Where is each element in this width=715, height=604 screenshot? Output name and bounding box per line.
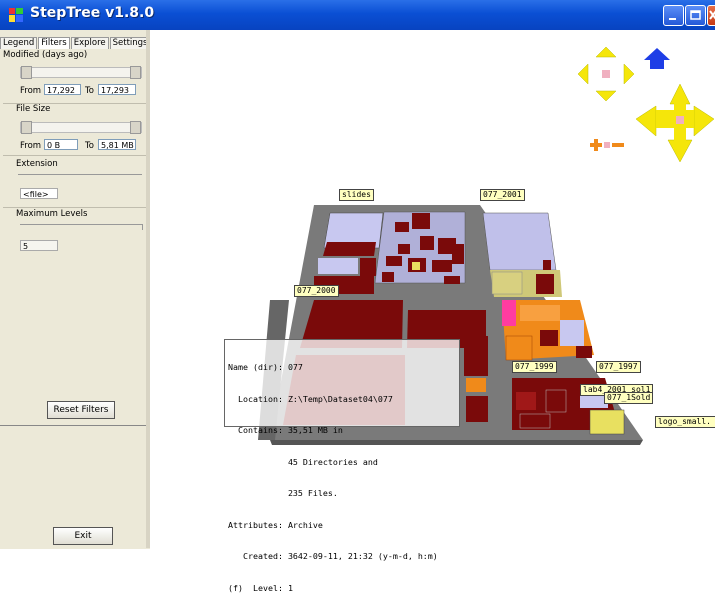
extension-field[interactable]: <file> xyxy=(20,188,58,199)
label-077-2000: 077_2000 xyxy=(294,285,339,297)
title-bar: StepTree v1.8.0 xyxy=(0,0,715,30)
close-button[interactable] xyxy=(707,5,715,26)
tooltip-line: Attributes: Archive xyxy=(228,519,323,530)
label-slides: slides xyxy=(339,189,374,201)
app-icon xyxy=(9,8,23,22)
minimize-button[interactable] xyxy=(663,5,684,26)
zoom-reset-icon[interactable] xyxy=(604,142,610,148)
modified-to-label: To xyxy=(85,86,94,96)
label-077-1sold: 077_1Sold xyxy=(604,392,654,404)
label-077-2001: 077_2001 xyxy=(480,189,525,201)
tooltip-line: 235 Files. xyxy=(228,488,338,498)
block-077-1999[interactable] xyxy=(502,300,594,361)
panel-tabs: Legend Filters Explore Settings xyxy=(0,37,152,49)
divider xyxy=(3,207,148,208)
maxlevels-slider[interactable] xyxy=(20,224,143,230)
modified-to-field[interactable]: 17,293 xyxy=(98,84,136,95)
tooltip-line: Name (dir): 077 xyxy=(228,362,303,372)
label-077-1997: 077_1997 xyxy=(596,361,641,373)
modified-slider-min-handle[interactable] xyxy=(21,66,32,79)
label-077-1999: 077_1999 xyxy=(512,361,557,373)
zoom-in-icon[interactable] xyxy=(590,139,602,151)
tab-settings[interactable]: Settings xyxy=(109,37,151,49)
filesize-slider-max-handle[interactable] xyxy=(130,121,141,134)
tooltip-line: Created: 3642-09-11, 21:32 (y-m-d, h:m) xyxy=(228,551,438,561)
tab-explore[interactable]: Explore xyxy=(70,37,109,49)
extension-slider[interactable] xyxy=(18,174,142,175)
pan-down-icon[interactable] xyxy=(595,90,617,102)
divider xyxy=(3,155,148,156)
block-slides[interactable] xyxy=(314,211,466,294)
tooltip-line: 45 Directories and xyxy=(228,456,378,467)
filesize-from-field[interactable]: 0 B xyxy=(44,139,78,150)
tooltip-line: Location: Z:\Temp\Dataset04\077 xyxy=(228,393,393,404)
tab-legend[interactable]: Legend xyxy=(0,37,38,49)
navigation-controls xyxy=(578,46,715,163)
block-077-2001[interactable] xyxy=(482,212,562,297)
tooltip-line: (f) Level: 1 xyxy=(228,582,293,593)
rotate-icon[interactable] xyxy=(635,83,715,163)
pan-left-icon[interactable] xyxy=(578,63,589,85)
info-tooltip: Name (dir): 077 Location: Z:\Temp\Datase… xyxy=(224,339,460,593)
extension-title: Extension xyxy=(16,159,58,169)
reset-filters-button[interactable]: Reset Filters xyxy=(47,401,115,419)
modified-title: Modified (days ago) xyxy=(3,50,88,60)
exit-button[interactable]: Exit xyxy=(53,527,113,545)
filesize-to-field[interactable]: 5,81 MB xyxy=(98,139,136,150)
maxlevels-field[interactable]: 5 xyxy=(20,240,58,251)
modified-from-field[interactable]: 17,292 xyxy=(44,84,81,95)
filesize-from-label: From xyxy=(20,141,42,151)
filesize-to-label: To xyxy=(85,141,94,151)
window-title: StepTree v1.8.0 xyxy=(30,5,155,21)
modified-slider-max-handle[interactable] xyxy=(130,66,141,79)
tooltip-line: Contains: 35,51 MB in xyxy=(228,425,343,435)
home-icon[interactable] xyxy=(644,48,670,69)
filesize-title: File Size xyxy=(16,104,51,114)
filesize-slider-min-handle[interactable] xyxy=(21,121,32,134)
pan-right-icon[interactable] xyxy=(623,63,635,85)
modified-slider[interactable] xyxy=(20,66,142,79)
modified-from-label: From xyxy=(20,86,42,96)
maximize-button[interactable] xyxy=(685,5,706,26)
tab-filters[interactable]: Filters xyxy=(38,37,70,49)
filesize-slider[interactable] xyxy=(20,121,142,134)
maxlevels-title: Maximum Levels xyxy=(16,209,88,219)
pan-up-icon[interactable] xyxy=(595,46,617,58)
pan-center-icon[interactable] xyxy=(602,70,610,78)
zoom-out-icon[interactable] xyxy=(612,143,624,147)
label-logo-small: logo_small. xyxy=(655,416,715,428)
